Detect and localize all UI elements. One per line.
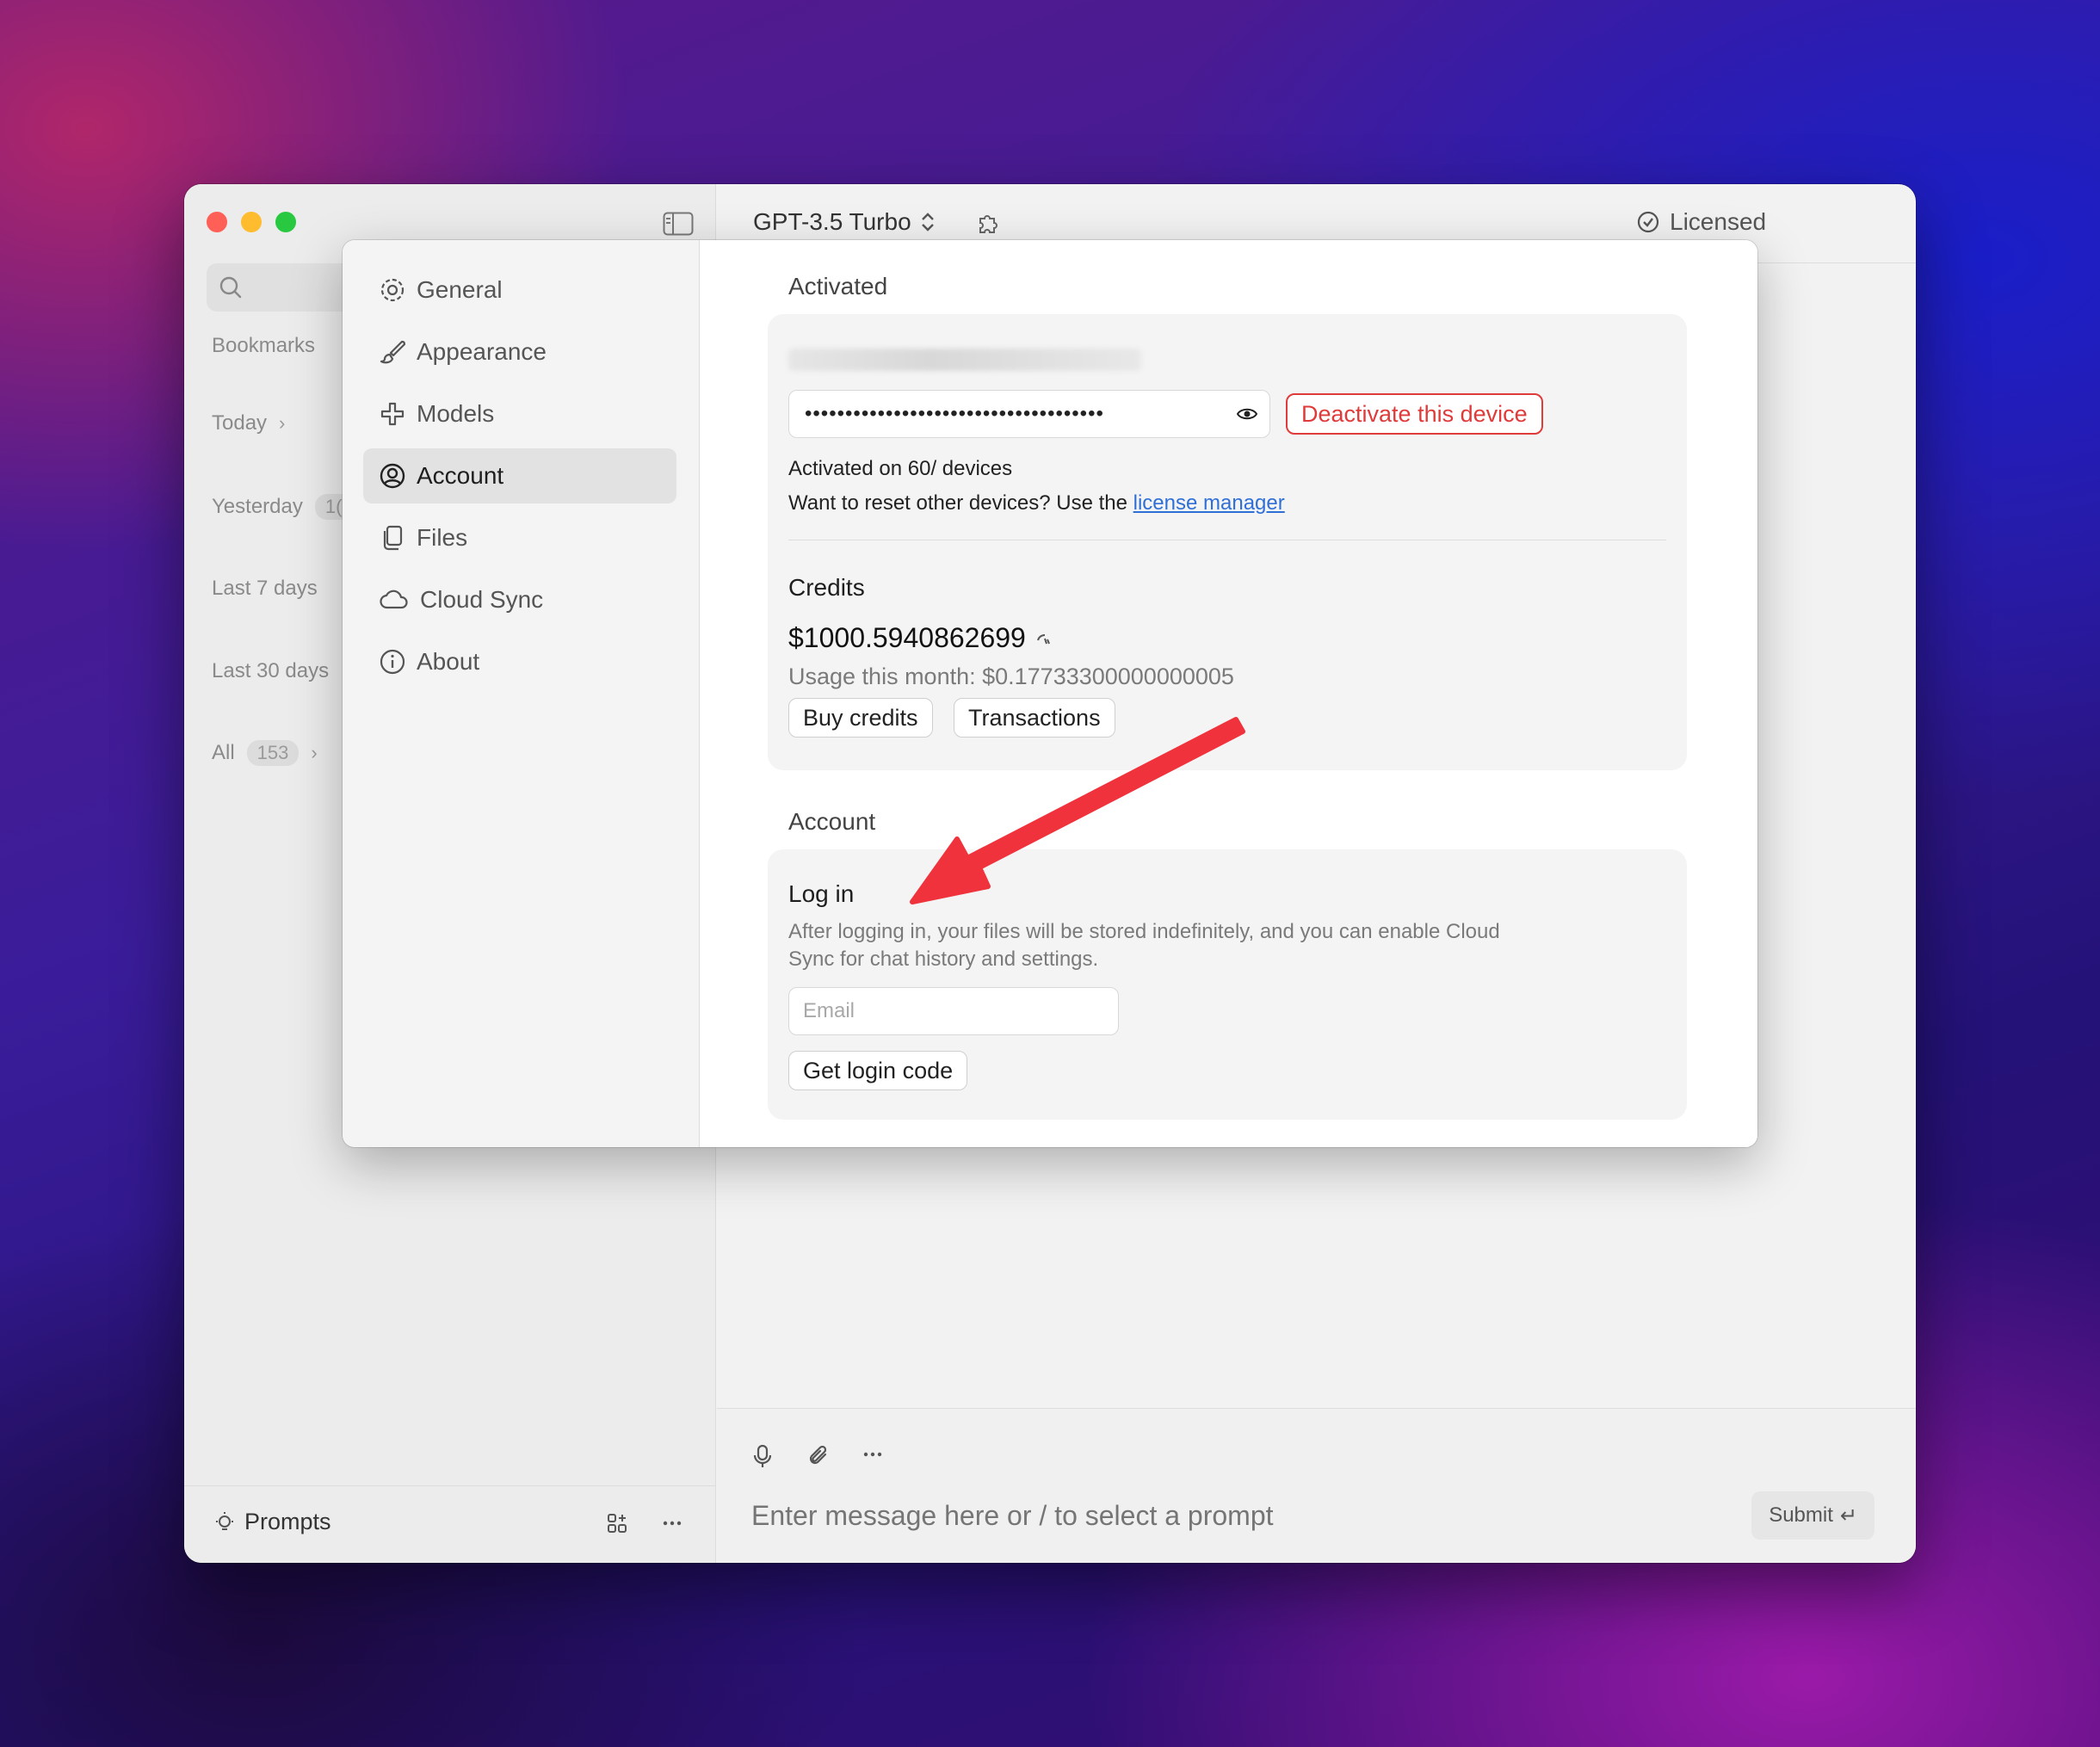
group-yesterday[interactable]: Yesterday 1( [212, 494, 353, 520]
settings-nav: General Appearance Models Account Files … [343, 240, 700, 1147]
nav-label: Account [417, 462, 504, 489]
licensed-label: Licensed [1670, 208, 1767, 235]
bookmarks-link[interactable]: Bookmarks [212, 334, 315, 358]
submit-label: Submit [1769, 1503, 1833, 1527]
credits-title: Credits [788, 574, 865, 601]
credits-amount: $1000.5940862699 [788, 622, 1026, 653]
login-description-line: After logging in, your files will be sto… [788, 920, 1500, 943]
account-settings-content: Activated ••••••••••••••••••••••••••••••… [701, 240, 1757, 1147]
search-icon [219, 276, 242, 299]
nav-account[interactable]: Account [363, 448, 676, 503]
cloud-icon [380, 590, 408, 609]
lightbulb-icon [216, 1511, 233, 1530]
activated-section-title: Activated [788, 273, 888, 299]
chevron-up-down-icon [921, 213, 934, 231]
nav-general[interactable]: General [363, 262, 676, 318]
login-description-line: Sync for chat history and settings. [788, 948, 1099, 971]
paperclip-icon[interactable] [806, 1443, 832, 1473]
nav-label: Cloud Sync [420, 586, 544, 613]
group-last-30-days[interactable]: Last 30 days [212, 659, 329, 683]
all-label: All [212, 741, 235, 764]
loading-spinner-icon [1036, 633, 1050, 644]
close-window-button[interactable] [207, 212, 227, 232]
deactivate-device-button[interactable]: Deactivate this device [1286, 393, 1543, 435]
buy-credits-button[interactable]: Buy credits [788, 698, 933, 738]
activation-card: ••••••••••••••••••••••••••••••••••••• De… [768, 314, 1687, 770]
gear-icon [380, 278, 405, 302]
nav-cloud-sync[interactable]: Cloud Sync [363, 572, 676, 627]
more-options-icon[interactable] [862, 1443, 884, 1470]
licensed-badge[interactable]: Licensed [1635, 208, 1766, 236]
license-key-value: ••••••••••••••••••••••••••••••••••••• [805, 402, 1104, 425]
license-key-field[interactable]: ••••••••••••••••••••••••••••••••••••• [788, 390, 1270, 438]
transactions-button[interactable]: Transactions [954, 698, 1115, 738]
nav-files[interactable]: Files [363, 510, 676, 565]
more-options-icon[interactable] [661, 1512, 683, 1539]
microphone-icon[interactable] [751, 1443, 774, 1473]
files-icon [383, 525, 403, 551]
model-name: GPT-3.5 Turbo [753, 208, 911, 235]
group-last-7-days[interactable]: Last 7 days [212, 577, 318, 601]
nav-appearance[interactable]: Appearance [363, 324, 676, 380]
redacted-license-email [788, 349, 1141, 371]
nav-label: Files [417, 524, 468, 551]
nav-about[interactable]: About [363, 634, 676, 689]
login-card: Log in After logging in, your files will… [768, 849, 1687, 1120]
info-icon [380, 649, 405, 675]
sidebar-footer: Prompts [184, 1485, 715, 1563]
check-badge-icon [1637, 211, 1659, 233]
monthly-usage-text: Usage this month: $0.17733300000000005 [788, 664, 1234, 689]
bookmarks-label: Bookmarks [212, 334, 316, 357]
chevron-right-icon: › [279, 412, 286, 434]
return-key-icon: ↵ [1839, 1503, 1857, 1528]
last30-label: Last 30 days [212, 659, 330, 682]
eye-icon[interactable] [1237, 405, 1257, 423]
message-composer: Submit ↵ [717, 1408, 1916, 1563]
settings-panel: General Appearance Models Account Files … [343, 240, 1757, 1147]
group-today[interactable]: Today › [212, 411, 285, 435]
reset-devices-text: Want to reset other devices? Use the lic… [788, 491, 1285, 515]
nav-label: Appearance [417, 338, 547, 365]
nav-models[interactable]: Models [363, 386, 676, 441]
last7-label: Last 7 days [212, 577, 318, 600]
prompts-button[interactable]: Prompts [213, 1509, 331, 1535]
today-label: Today [212, 411, 268, 435]
reset-devices-prompt: Want to reset other devices? Use the [788, 491, 1133, 515]
puzzle-icon[interactable] [975, 210, 1001, 240]
email-field[interactable] [788, 987, 1119, 1035]
user-circle-icon [380, 463, 405, 489]
all-count-badge: 153 [246, 740, 300, 766]
submit-button[interactable]: Submit ↵ [1751, 1491, 1875, 1540]
brush-icon [380, 340, 406, 364]
chevron-right-icon: › [311, 742, 318, 763]
zoom-window-button[interactable] [275, 212, 296, 232]
account-section-title: Account [788, 808, 876, 835]
nav-label: Models [417, 400, 495, 427]
add-widget-icon[interactable] [606, 1512, 628, 1539]
models-icon [380, 402, 405, 426]
message-input[interactable] [751, 1500, 1612, 1532]
nav-label: General [417, 276, 503, 303]
credits-balance: $1000.5940862699 [788, 622, 1052, 654]
minimize-window-button[interactable] [241, 212, 262, 232]
yesterday-label: Yesterday [212, 495, 303, 518]
get-login-code-button[interactable]: Get login code [788, 1051, 968, 1090]
group-all[interactable]: All 153 › [212, 740, 318, 766]
login-title: Log in [788, 880, 855, 907]
model-selector[interactable]: GPT-3.5 Turbo [753, 208, 936, 236]
activated-devices-text: Activated on 60/ devices [788, 457, 1013, 480]
prompts-label: Prompts [244, 1509, 331, 1534]
license-manager-link[interactable]: license manager [1133, 491, 1285, 515]
nav-label: About [417, 648, 480, 675]
sidebar-toggle-icon[interactable] [663, 212, 694, 236]
login-description: After logging in, your files will be sto… [788, 918, 1563, 973]
